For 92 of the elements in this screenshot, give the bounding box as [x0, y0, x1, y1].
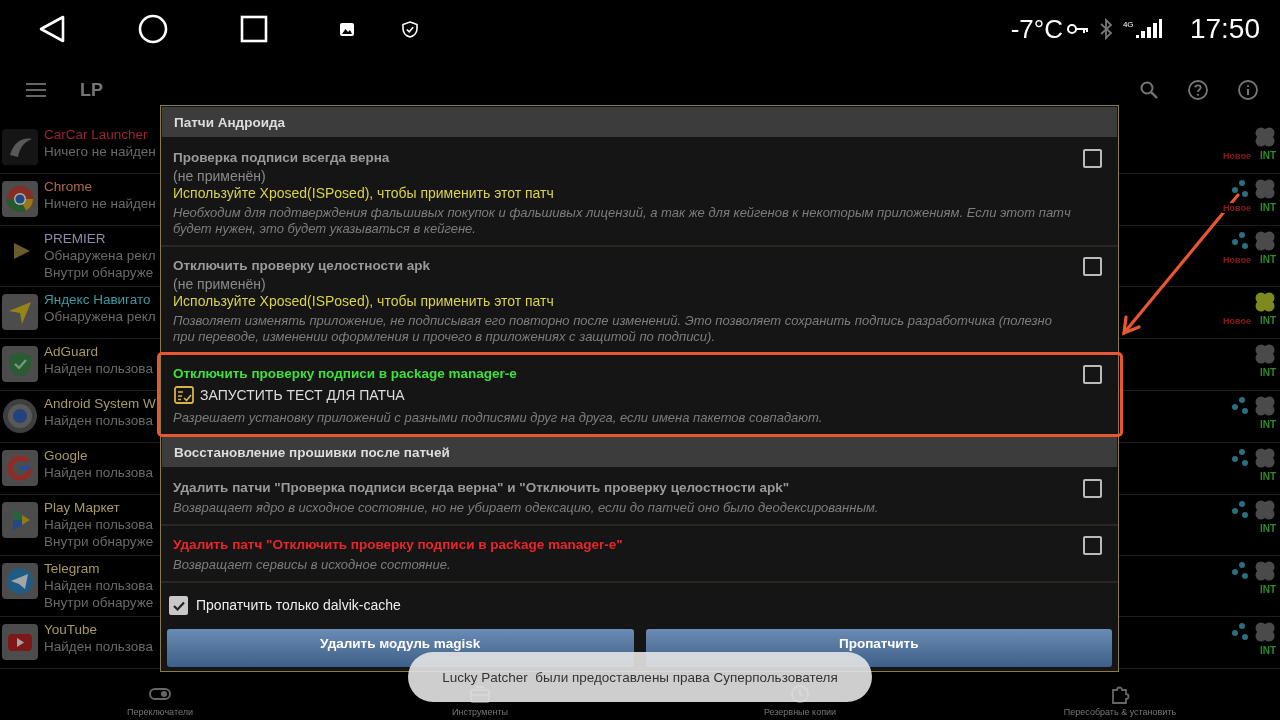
shield-icon	[402, 20, 418, 38]
checkbox[interactable]	[1083, 365, 1102, 384]
patch-description: Возвращает сервисы в исходное состояние.	[173, 557, 452, 573]
patch-description: Необходим для подтверждения фальшивых покупок и фальшивых лицензий, а так же для кейгенов к некоторым приложениям. Если этот патч будет нужен, это будет указываться в кейгене.	[173, 205, 1072, 237]
int-label: INT	[1259, 471, 1276, 482]
clock: 17:50	[1189, 13, 1260, 45]
patch-title: Отключить проверку подписи в package manager-e	[173, 365, 518, 383]
app-icon	[2, 563, 38, 599]
info-icon[interactable]	[1238, 80, 1258, 100]
new-label: Новое	[1221, 254, 1252, 265]
app-status: Найден пользова	[44, 464, 154, 481]
patch-description: Возвращает ядро в исходное состояние, но не убирает одексацию, если до патчей оно было деодексированным.	[173, 500, 880, 516]
int-label: INT	[1259, 202, 1276, 213]
key-icon	[1066, 23, 1089, 35]
app-status: Внутри обнаруже	[44, 533, 155, 550]
patch-title: Удалить патч "Отключить проверку подписи в package manager-e"	[173, 536, 624, 554]
app-icon	[2, 129, 38, 165]
app-title: LP	[80, 79, 103, 101]
checklist-icon	[174, 386, 194, 404]
checkbox[interactable]	[1083, 257, 1102, 276]
section-header: Восстановление прошивки после патчей	[162, 437, 1117, 467]
patch-title: Удалить патчи "Проверка подписи всегда верна" и "Отключить проверку целостности apk"	[173, 479, 791, 497]
network-type: 4G	[1122, 19, 1135, 29]
checkbox[interactable]	[1083, 479, 1102, 498]
int-label: INT	[1259, 254, 1276, 265]
app-status: Ничего не найден	[44, 195, 157, 212]
app-name: CarCar Launcher	[44, 126, 149, 143]
patch-description: Разрешает установку приложений с разными подписями друг на друга, если имена пакетов совпадают.	[173, 410, 824, 426]
xposed-note: Используйте Xposed(ISPosed), чтобы применить этот патч	[173, 185, 555, 202]
new-label: Новое	[1221, 202, 1252, 213]
app-status: Найден пользова	[44, 638, 154, 655]
int-label: INT	[1259, 584, 1276, 595]
app-name: Chrome	[44, 178, 93, 195]
home-icon[interactable]	[138, 14, 168, 44]
patch-title: Проверка подписи всегда верна	[173, 149, 391, 167]
nav-tab[interactable]: Пересобрать & установить	[960, 680, 1280, 720]
app-icon	[2, 450, 38, 486]
new-label: Новое	[1221, 150, 1252, 161]
app-status: Обнаружена рекл	[44, 247, 157, 264]
help-icon[interactable]	[1188, 80, 1208, 100]
image-icon	[340, 22, 354, 36]
app-icon	[2, 624, 38, 660]
toast: Lucky Patcher были предоставлены права Суперпользователя	[408, 652, 872, 702]
patch-option[interactable]: Удалить патчи "Проверка подписи всегда верна" и "Отключить проверку целостности apk" Возвращает ядро в исходное состояние, но не убирает одексацию, если до патчей оно было деодексированным.	[161, 469, 1118, 526]
int-label: INT	[1259, 315, 1276, 326]
app-status: Найден пользова	[44, 516, 154, 533]
app-name: Telegram	[44, 560, 101, 577]
app-status: Найден пользова	[44, 577, 154, 594]
app-status: Внутри обнаруже	[44, 594, 155, 611]
app-status: Найден пользова	[44, 412, 154, 429]
app-status: Обнаружена рекл	[44, 308, 157, 325]
bluetooth-icon	[1098, 18, 1113, 40]
app-status: Ничего не найден	[44, 143, 157, 160]
recents-icon[interactable]	[240, 15, 268, 43]
app-name: Google	[44, 447, 89, 464]
section-header: Патчи Андроида	[162, 107, 1117, 137]
app-name: AdGuard	[44, 343, 100, 360]
patch-title: Отключить проверку целостности apk	[173, 257, 431, 275]
search-icon[interactable]	[1140, 81, 1158, 99]
app-icon	[2, 502, 38, 538]
app-icon	[2, 398, 38, 434]
patch-description: Позволяет изменять приложение, не подписывая его повторно после изменений. Это позволяет сохранить подпись разработчика (полезно при переводе, изменении оформления и прочего в приложениях с защитой по подписи).	[173, 313, 1053, 345]
app-status: Внутри обнаруже	[44, 264, 155, 281]
menu-icon[interactable]	[26, 83, 46, 97]
test-button[interactable]: ЗАПУСТИТЬ ТЕСТ ДЛЯ ПАТЧА	[174, 384, 405, 406]
app-name: PREMIER	[44, 230, 107, 247]
xposed-note: Используйте Xposed(ISPosed), чтобы применить этот патч	[173, 293, 555, 310]
int-label: INT	[1259, 523, 1276, 534]
app-icon	[2, 346, 38, 382]
checkbox-label: Пропатчить только dalvik-cache	[196, 597, 401, 613]
temperature: -7°C	[1010, 13, 1063, 45]
app-icon	[2, 181, 38, 217]
app-icon	[2, 294, 38, 330]
int-label: INT	[1259, 419, 1276, 430]
patch-status: (не применён)	[173, 167, 267, 185]
app-name: Play Маркет	[44, 499, 121, 516]
patch-option[interactable]: Удалить патч "Отключить проверку подписи в package manager-e" Возвращает сервисы в исходное состояние.	[161, 526, 1118, 583]
checkbox[interactable]	[169, 596, 188, 615]
app-name: Яндекс Навигато	[44, 291, 152, 308]
int-label: INT	[1259, 645, 1276, 656]
app-status: Найден пользова	[44, 360, 154, 377]
int-label: INT	[1259, 150, 1276, 161]
checkbox[interactable]	[1083, 149, 1102, 168]
back-icon[interactable]	[38, 14, 66, 44]
app-name: Android System W	[44, 395, 157, 412]
int-label: INT	[1259, 367, 1276, 378]
app-name: YouTube	[44, 621, 99, 638]
nav-tab[interactable]: Переключатели	[0, 680, 320, 720]
checkbox[interactable]	[1083, 536, 1102, 555]
patch-status: (не применён)	[173, 275, 267, 293]
signal-icon	[1135, 19, 1162, 39]
new-label: Новое	[1221, 315, 1252, 326]
